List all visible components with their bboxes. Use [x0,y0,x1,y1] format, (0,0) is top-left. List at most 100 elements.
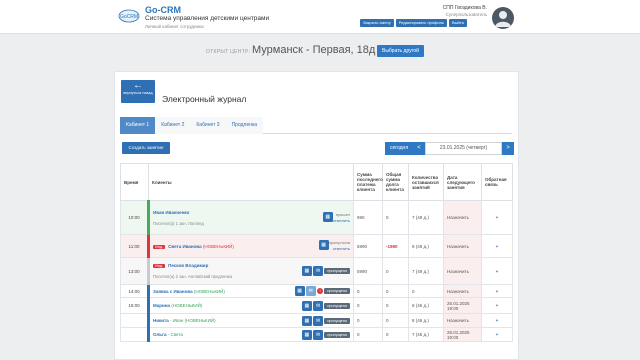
tab-room-2[interactable]: Кабинет 2 [155,117,191,134]
add-feedback-button[interactable]: + [481,297,513,314]
client-cell[interactable]: Ольга - Света ▦ ✉ пропущено [147,327,354,342]
add-feedback-button[interactable]: + [481,257,513,285]
cancel-link[interactable]: отменить [333,218,350,224]
create-lesson-button[interactable]: Создать занятие [122,142,170,154]
next-lesson[interactable]: Назначить [443,200,482,235]
skipped-badge[interactable]: пропущено [324,302,350,309]
tab-room-1[interactable]: Кабинет 1 [120,117,156,134]
client-cell[interactable]: Заявка с Иванова (НОВЕНЬКИЙ) ▦ ✉ ! пропущ… [147,284,354,298]
ticket-icon[interactable]: ▦ [318,240,329,250]
plus-icon: + [495,318,499,323]
next-day-button[interactable]: > [502,142,514,155]
ticket-icon[interactable]: ▦ [294,286,305,296]
plus-icon: + [495,332,499,337]
client-cell[interactable]: Иван Иванченко Посетил(а) 1 зан. Логопед… [147,200,354,235]
table-row: 14:00 Заявка с Иванова (НОВЕНЬКИЙ) ▦ ✉ ! п… [120,284,513,298]
client-name[interactable]: Заявка с Иванова [153,289,193,294]
last-payment: 0 [353,297,383,314]
sms-icon[interactable]: ✉ [305,286,316,296]
journal-table: Время Клиенты Сумма последнего платежа к… [120,163,513,342]
client-name[interactable]: Марина [153,303,170,308]
skipped-badge[interactable]: пропущено [324,288,350,294]
table-row: 13:00 Инд. Песков Владимир Посетил(а) 2 за… [120,257,513,285]
next-lesson[interactable]: Назначить [443,257,482,285]
debt: 0 [382,200,409,235]
avatar[interactable] [492,7,514,29]
col-last-payment: Сумма последнего платежа клиента [353,163,383,201]
client-cell[interactable]: Инд. Песков Владимир Посетил(а) 2 зан. Ан… [147,257,354,285]
next-lesson[interactable]: Назначить [443,313,482,328]
next-lesson[interactable]: 25.01.2025 19:00 [443,327,482,342]
back-button[interactable]: ← вернуться назад [121,80,155,103]
sms-icon[interactable]: ✉ [313,266,324,276]
next-lesson[interactable]: 25.01.2025 19:00 [443,297,482,314]
logout-button[interactable]: Выйти [449,19,467,27]
tab-room-3[interactable]: Кабинет 3 [190,117,226,134]
lesson-time: 14:00 [120,284,149,298]
prev-day-button[interactable]: < [413,142,425,155]
row-actions: ▦ ✉ пропущено [301,329,350,340]
col-remaining: Количество оставшихся занятий [408,163,444,201]
add-feedback-button[interactable]: + [481,313,513,328]
sms-icon[interactable]: ✉ [313,300,324,311]
remaining-lessons: 8 (49 д.) [408,234,444,258]
col-feedback: Обратная связь [481,163,513,201]
debt: 0 [382,327,409,342]
debt: 0 [382,257,409,285]
client-name[interactable]: Иван Иванченко [153,210,189,215]
remaining-lessons: 7 (46 д.) [408,327,444,342]
table-row: Ольга - Света ▦ ✉ пропущено 0 0 7 (46 д.) 25.… [120,327,513,342]
table-row: 15:00 Марина (НОВЕНЬКИЙ) ▦ ✉ пропущено 0 0 8 … [120,297,513,314]
ticket-icon[interactable]: ▦ [301,300,312,311]
sms-icon[interactable]: ✉ [313,315,324,326]
assign-link[interactable]: Назначить [447,215,469,220]
client-cell[interactable]: Инд. Света Иванова (НОВЕНЬКИЙ) ▦ пропустил… [147,234,354,258]
skipped-badge[interactable]: пропущено [324,331,350,338]
last-payment: 5990 [353,257,383,285]
ticket-icon[interactable]: ▦ [322,211,333,222]
client-cell[interactable]: Никита - Иван (НОВЕНЬКИЙ) ▦ ✉ пропущено [147,313,354,328]
cancel-link[interactable]: отменить [329,246,350,252]
client-name[interactable]: Ольга [153,332,166,337]
choose-center-button[interactable]: Выбрать другой [377,45,424,57]
next-lesson[interactable]: Назначить [443,234,482,258]
date-field[interactable]: 23.01.2025 (четверг) [425,142,502,155]
plus-icon: + [495,288,499,294]
sms-icon[interactable]: ✉ [313,329,324,340]
tab-extended[interactable]: Продленка [225,117,264,134]
add-feedback-button[interactable]: + [481,327,513,342]
skipped-badge[interactable]: пропущено [324,268,350,274]
client-name[interactable]: Никита [153,318,169,323]
today-button[interactable]: сегодня [385,142,413,155]
ticket-icon[interactable]: ▦ [301,315,312,326]
user-role: Суперпользователь [445,12,487,17]
client-name[interactable]: Света Иванова [168,244,201,249]
user-avatar-icon [495,11,511,27]
close-shift-button[interactable]: Закрыть смену [360,19,394,27]
plus-icon: + [495,268,499,274]
ticket-icon[interactable]: ▦ [301,266,312,276]
next-lesson[interactable]: Назначить [443,284,482,298]
plus-icon: + [495,215,499,220]
assign-link[interactable]: Назначить [447,318,469,323]
client-name[interactable]: Песков Владимир [168,263,208,268]
skipped-badge[interactable]: пропущено [324,317,350,324]
last-payment: 990 [353,200,383,235]
individual-badge: Инд. [153,244,166,249]
lesson-time: 11:00 [120,234,149,258]
row-actions: ▦ ✉ пропущено [301,300,350,311]
assign-link[interactable]: Назначить [447,289,469,294]
table-header-row: Время Клиенты Сумма последнего платежа к… [120,163,513,201]
client-cell[interactable]: Марина (НОВЕНЬКИЙ) ▦ ✉ пропущено [147,297,354,314]
lesson-time [120,313,149,328]
edit-profile-button[interactable]: Редактировать профиль [395,19,448,27]
assign-link[interactable]: Назначить [447,244,469,249]
chevron-left-icon: < [417,145,421,151]
client-new-tag: - Света [167,332,183,337]
add-feedback-button[interactable]: + [481,200,513,235]
add-feedback-button[interactable]: + [481,284,513,298]
back-label: вернуться назад [123,91,153,95]
assign-link[interactable]: Назначить [447,269,469,274]
ticket-icon[interactable]: ▦ [301,329,312,340]
add-feedback-button[interactable]: + [481,234,513,258]
